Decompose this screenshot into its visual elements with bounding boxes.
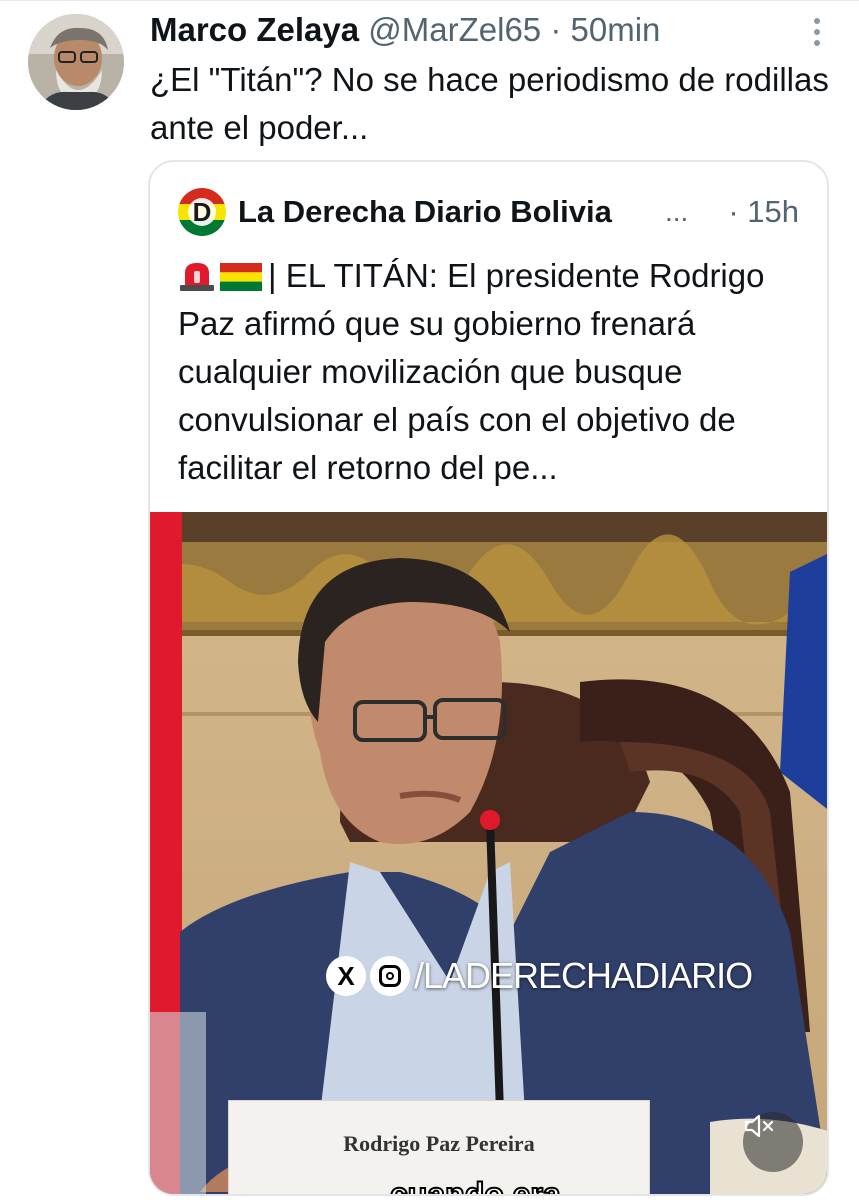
siren-icon bbox=[178, 256, 216, 291]
user-handle[interactable]: @MarZel65 bbox=[368, 11, 541, 48]
more-options-icon[interactable] bbox=[813, 18, 821, 48]
tweet-detail-view: Marco Zelaya @MarZel65 · 50min ¿El "Titá… bbox=[0, 0, 859, 1200]
quoted-account-name[interactable]: La Derecha Diario Bolivia bbox=[238, 192, 612, 232]
video-player[interactable]: X /LADERECHADIARIO Rodrigo Paz Pereira c… bbox=[150, 512, 827, 1196]
tweet-timestamp[interactable]: 50min bbox=[571, 11, 661, 48]
avatar[interactable] bbox=[28, 14, 124, 110]
volume-muted-icon bbox=[744, 1114, 774, 1138]
divider bbox=[0, 0, 859, 1]
separator-dot: · bbox=[550, 11, 562, 48]
quoted-name-ellipsis: ... bbox=[665, 196, 689, 227]
watermark-handle: /LADERECHADIARIO bbox=[414, 955, 753, 996]
quoted-timestamp[interactable]: · 15h bbox=[728, 192, 799, 232]
bolivia-flag-icon bbox=[220, 256, 262, 291]
la-derecha-diario-logo-icon[interactable]: D bbox=[178, 188, 226, 236]
nameplate-text: Rodrigo Paz Pereira bbox=[343, 1131, 535, 1156]
display-name[interactable]: Marco Zelaya bbox=[150, 11, 359, 48]
tweet-text: ¿El "Titán"? No se hace periodismo de ro… bbox=[150, 61, 829, 146]
x-logo-icon: X bbox=[326, 956, 366, 996]
instagram-icon bbox=[370, 956, 410, 996]
quoted-text-body: | EL TITÁN: El presidente Rodrigo Paz af… bbox=[178, 257, 765, 486]
logo-letter: D bbox=[193, 197, 212, 227]
video-caption: cuando era bbox=[389, 1175, 562, 1196]
tweet-header: Marco Zelaya @MarZel65 · 50min bbox=[150, 10, 660, 50]
video-frame bbox=[150, 512, 827, 1194]
mute-button[interactable] bbox=[743, 1112, 803, 1172]
quoted-tweet-card[interactable]: D La Derecha Diario Bolivia ... · 15h | … bbox=[148, 160, 829, 1196]
video-watermark: X /LADERECHADIARIO bbox=[326, 952, 753, 1000]
quoted-tweet-text: | EL TITÁN: El presidente Rodrigo Paz af… bbox=[178, 252, 818, 492]
